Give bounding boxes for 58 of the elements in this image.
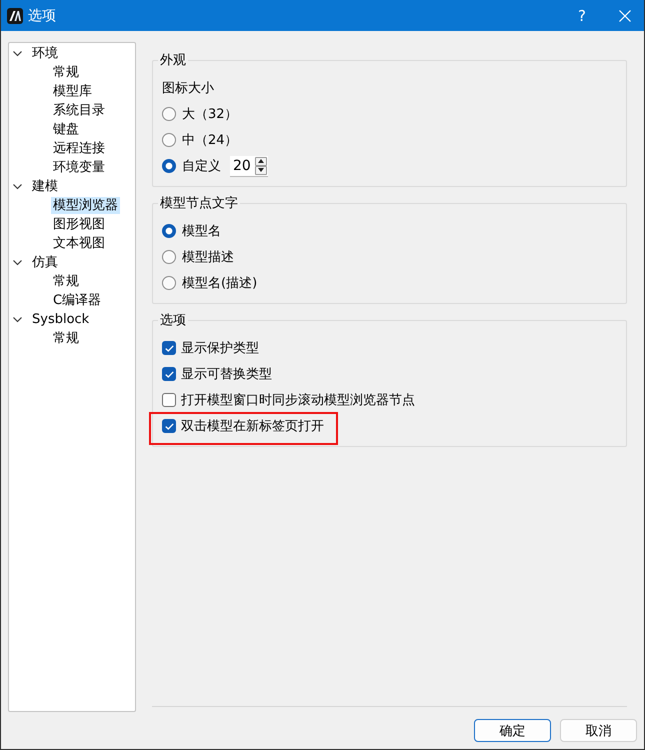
tree-item[interactable]: 模型库 (51, 83, 94, 100)
tree-item[interactable]: 远程连接 (51, 140, 107, 157)
tree-item[interactable]: 系统目录 (51, 102, 107, 119)
tree-item[interactable]: C编译器 (51, 292, 104, 309)
radio-button[interactable] (162, 159, 176, 173)
radio-label[interactable]: 模型名(描述) (182, 274, 258, 292)
radio-button[interactable] (162, 133, 176, 147)
tree-item[interactable]: 环境变量 (51, 159, 107, 176)
tree-item[interactable]: 常规 (51, 273, 81, 290)
checkbox[interactable] (162, 393, 176, 407)
help-button[interactable]: ? (559, 0, 605, 31)
checkbox-label[interactable]: 打开模型窗口时同步滚动模型浏览器节点 (181, 391, 415, 409)
radio-button[interactable] (162, 276, 176, 290)
checkbox-label[interactable]: 显示可替换类型 (181, 365, 272, 383)
checkbox[interactable] (162, 419, 176, 433)
close-icon (619, 10, 631, 22)
radio-button[interactable] (162, 250, 176, 264)
radio-label[interactable]: 模型名 (182, 222, 221, 240)
dialog-button[interactable]: 取消 (560, 719, 637, 742)
tree-item[interactable]: 仿真 (30, 254, 60, 271)
group-title: 选项 (159, 312, 187, 329)
chevron-icon[interactable] (13, 315, 22, 324)
tree-item[interactable]: 键盘 (51, 121, 81, 138)
radio-label[interactable]: 模型描述 (182, 248, 234, 266)
tree-item[interactable]: Sysblock (30, 311, 92, 328)
tree-item[interactable]: 文本视图 (51, 235, 107, 252)
chevron-icon[interactable] (13, 182, 22, 191)
spin-down-button[interactable] (255, 166, 267, 174)
radio-button[interactable] (162, 107, 176, 121)
tree-item[interactable]: 建模 (30, 178, 60, 195)
checkbox-label[interactable]: 双击模型在新标签页打开 (181, 417, 324, 435)
radio-label[interactable]: 大（32） (182, 105, 238, 123)
group-title: 外观 (159, 52, 187, 69)
number-input-field[interactable]: 20 (230, 156, 255, 176)
check-icon (164, 422, 174, 430)
checkbox[interactable] (162, 367, 176, 381)
tree-item[interactable]: 常规 (51, 64, 81, 81)
app-logo-icon (7, 8, 23, 24)
checkbox-label[interactable]: 显示保护类型 (181, 339, 259, 357)
radio-label[interactable]: 自定义 (182, 157, 221, 175)
radio-label[interactable]: 中（24） (182, 131, 238, 149)
tree-item[interactable]: 环境 (30, 45, 60, 62)
chevron-icon[interactable] (13, 49, 22, 58)
group-title: 模型节点文字 (159, 195, 239, 212)
window-title: 选项 (28, 6, 56, 24)
check-icon (164, 344, 174, 352)
section-label: 图标大小 (162, 80, 214, 97)
chevron-icon[interactable] (13, 258, 22, 267)
spin-up-button[interactable] (255, 156, 267, 166)
down-triangle-icon (258, 168, 264, 172)
dialog-button[interactable]: 确定 (474, 719, 551, 742)
tree-item[interactable]: 模型浏览器 (51, 197, 120, 214)
check-icon (164, 370, 174, 378)
tree-item[interactable]: 图形视图 (51, 216, 107, 233)
radio-button[interactable] (162, 224, 176, 238)
tree-item[interactable]: 常规 (51, 330, 81, 347)
checkbox[interactable] (162, 341, 176, 355)
up-triangle-icon (258, 159, 264, 163)
